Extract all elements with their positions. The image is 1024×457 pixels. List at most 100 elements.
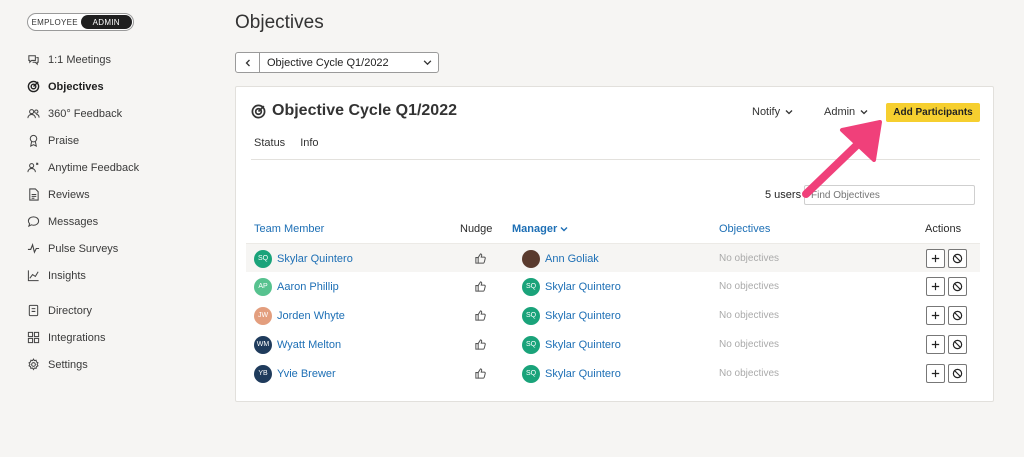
plus-icon xyxy=(931,311,940,320)
team-member-cell[interactable]: AP Aaron Phillip xyxy=(254,272,339,301)
sidebar-item-directory[interactable]: Directory xyxy=(26,297,139,324)
exclude-participant-button[interactable] xyxy=(948,364,967,383)
message-bubble-icon xyxy=(26,215,40,229)
sidebar-item-integrations[interactable]: Integrations xyxy=(26,324,139,351)
manager-name[interactable]: Skylar Quintero xyxy=(545,368,621,380)
admin-label: Admin xyxy=(824,106,856,118)
sidebar-item-label: 360° Feedback xyxy=(48,107,123,120)
exclude-participant-button[interactable] xyxy=(948,249,967,268)
add-objective-button[interactable] xyxy=(926,364,945,383)
nudge-button[interactable] xyxy=(474,301,487,330)
team-member-name[interactable]: Skylar Quintero xyxy=(277,253,353,265)
team-member-name[interactable]: Yvie Brewer xyxy=(277,368,336,380)
sidebar-item-label: Insights xyxy=(48,269,86,282)
tab-status[interactable]: Status xyxy=(254,137,285,149)
document-icon xyxy=(26,188,40,202)
manager-name[interactable]: Skylar Quintero xyxy=(545,339,621,351)
row-actions xyxy=(926,330,970,359)
team-member-cell[interactable]: SQ Skylar Quintero xyxy=(254,244,353,273)
add-objective-button[interactable] xyxy=(926,277,945,296)
manager-cell[interactable]: SQ Skylar Quintero xyxy=(522,272,621,301)
nudge-button[interactable] xyxy=(474,330,487,359)
line-chart-icon xyxy=(26,269,40,283)
column-header-manager[interactable]: Manager xyxy=(512,223,568,235)
manager-cell[interactable]: SQ Skylar Quintero xyxy=(522,330,621,359)
team-member-cell[interactable]: JW Jorden Whyte xyxy=(254,301,345,330)
chevron-down-icon xyxy=(860,110,868,115)
objectives-status: No objectives xyxy=(719,281,780,292)
nudge-button[interactable] xyxy=(474,272,487,301)
team-member-name[interactable]: Aaron Phillip xyxy=(277,281,339,293)
nudge-button[interactable] xyxy=(474,359,487,388)
exclude-participant-button[interactable] xyxy=(948,335,967,354)
manager-name[interactable]: Skylar Quintero xyxy=(545,310,621,322)
grid-icon xyxy=(26,331,40,345)
column-header-objectives[interactable]: Objectives xyxy=(719,223,770,235)
sidebar-item-objectives[interactable]: Objectives xyxy=(26,73,139,100)
block-icon xyxy=(952,368,963,379)
sidebar-item-pulse-surveys[interactable]: Pulse Surveys xyxy=(26,235,139,262)
sidebar-item-label: Messages xyxy=(48,215,99,228)
cycle-selector[interactable]: Objective Cycle Q1/2022 xyxy=(235,52,439,73)
manager-name[interactable]: Skylar Quintero xyxy=(545,281,621,293)
directory-book-icon xyxy=(26,304,40,318)
column-header-nudge: Nudge xyxy=(460,223,493,235)
thumbs-up-icon xyxy=(475,310,486,321)
manager-name[interactable]: Ann Goliak xyxy=(545,253,599,265)
sidebar-item-messages[interactable]: Messages xyxy=(26,208,139,235)
table-row: AP Aaron Phillip SQ Skylar Quintero No o… xyxy=(246,272,980,301)
previous-cycle-button[interactable] xyxy=(236,53,260,72)
avatar: WM xyxy=(254,335,272,354)
people-icon xyxy=(26,107,40,121)
add-objective-button[interactable] xyxy=(926,249,945,268)
search-input[interactable] xyxy=(804,185,975,205)
team-member-cell[interactable]: WM Wyatt Melton xyxy=(254,330,341,359)
cycle-selector-value: Objective Cycle Q1/2022 xyxy=(267,56,389,69)
sidebar-nav: 1:1 Meetings Objectives 360° Feedback Pr… xyxy=(26,46,139,378)
exclude-participant-button[interactable] xyxy=(948,277,967,296)
sidebar-item-insights[interactable]: Insights xyxy=(26,262,139,289)
person-feedback-icon xyxy=(26,161,40,175)
chevron-down-icon xyxy=(785,110,793,115)
objectives-status: No objectives xyxy=(719,253,780,264)
column-header-manager-label: Manager xyxy=(512,223,558,235)
target-icon xyxy=(26,80,40,94)
team-member-cell[interactable]: YB Yvie Brewer xyxy=(254,359,336,388)
sidebar-item-praise[interactable]: Praise xyxy=(26,127,139,154)
page-title: Objectives xyxy=(235,12,324,33)
sidebar-item-anytime-feedback[interactable]: Anytime Feedback xyxy=(26,154,139,181)
admin-dropdown[interactable]: Admin xyxy=(824,106,868,118)
block-icon xyxy=(952,281,963,292)
role-admin-option[interactable]: ADMIN xyxy=(80,15,132,29)
chat-bubbles-icon xyxy=(26,53,40,67)
plus-icon xyxy=(931,340,940,349)
sidebar-item-reviews[interactable]: Reviews xyxy=(26,181,139,208)
team-member-name[interactable]: Wyatt Melton xyxy=(277,339,341,351)
role-toggle[interactable]: EMPLOYEE ADMIN xyxy=(27,13,134,31)
sidebar-item-label: Settings xyxy=(48,358,88,371)
manager-cell[interactable]: Ann Goliak xyxy=(522,244,599,273)
table-row: SQ Skylar Quintero Ann Goliak No objecti… xyxy=(246,243,980,272)
block-icon xyxy=(952,339,963,350)
sidebar-item-label: Anytime Feedback xyxy=(48,161,140,174)
add-objective-button[interactable] xyxy=(926,335,945,354)
team-member-name[interactable]: Jorden Whyte xyxy=(277,310,345,322)
plus-icon xyxy=(931,369,940,378)
chevron-down-icon xyxy=(560,227,568,232)
manager-cell[interactable]: SQ Skylar Quintero xyxy=(522,301,621,330)
avatar: SQ xyxy=(522,364,540,383)
sidebar-item-meetings[interactable]: 1:1 Meetings xyxy=(26,46,139,73)
column-header-team-member[interactable]: Team Member xyxy=(254,223,324,235)
add-objective-button[interactable] xyxy=(926,306,945,325)
objectives-status: No objectives xyxy=(719,368,780,379)
manager-cell[interactable]: SQ Skylar Quintero xyxy=(522,359,621,388)
sidebar-item-settings[interactable]: Settings xyxy=(26,351,139,378)
nudge-button[interactable] xyxy=(474,244,487,273)
thumbs-up-icon xyxy=(475,281,486,292)
tab-info[interactable]: Info xyxy=(300,137,318,149)
exclude-participant-button[interactable] xyxy=(948,306,967,325)
role-employee-option[interactable]: EMPLOYEE xyxy=(29,15,81,29)
add-participants-button[interactable]: Add Participants xyxy=(886,103,980,122)
sidebar-item-360-feedback[interactable]: 360° Feedback xyxy=(26,100,139,127)
notify-dropdown[interactable]: Notify xyxy=(752,106,793,118)
